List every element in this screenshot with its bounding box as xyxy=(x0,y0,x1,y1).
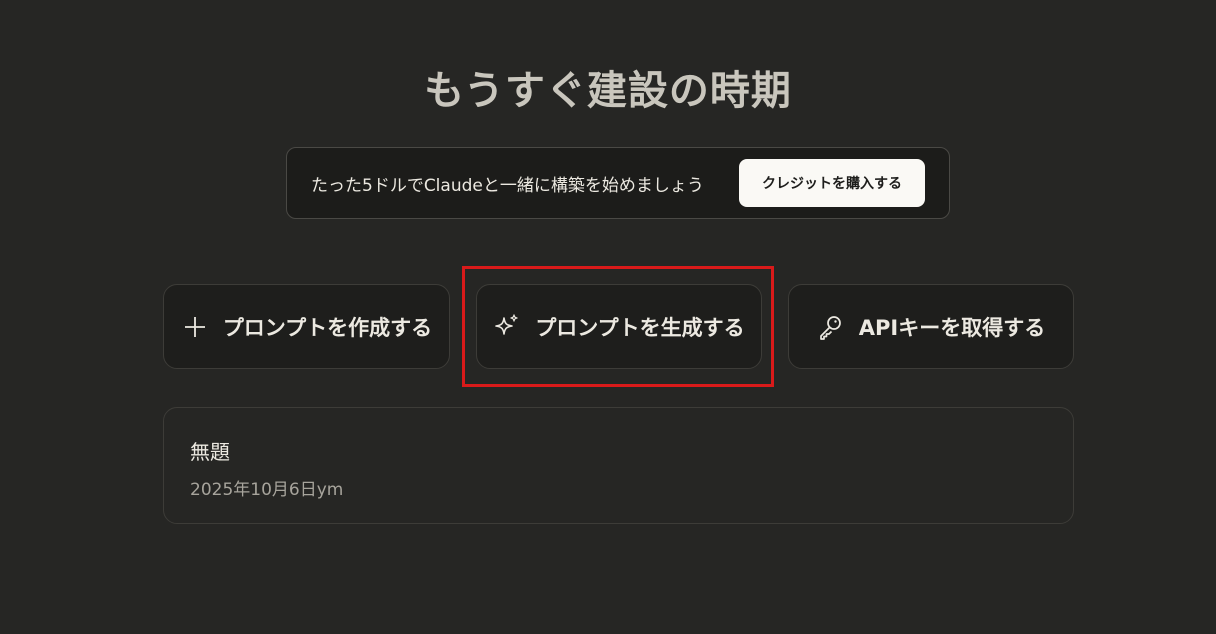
create-prompt-button[interactable]: プロンプトを作成する xyxy=(163,284,450,369)
promo-banner: たった5ドルでClaudeと一緒に構築を始めましょう クレジットを購入する xyxy=(286,147,950,219)
key-icon xyxy=(817,313,845,341)
recent-prompt-title: 無題 xyxy=(190,440,230,464)
recent-prompt-card[interactable]: 無題 2025年10月6日ym xyxy=(163,407,1074,524)
create-prompt-label: プロンプトを作成する xyxy=(222,315,433,340)
generate-prompt-button[interactable]: プロンプトを生成する xyxy=(476,284,762,369)
get-api-key-button[interactable]: APIキーを取得する xyxy=(788,284,1074,369)
promo-text: たった5ドルでClaudeと一緒に構築を始めましょう xyxy=(311,175,704,196)
generate-prompt-label: プロンプトを生成する xyxy=(535,315,745,340)
get-api-key-label: APIキーを取得する xyxy=(858,315,1046,340)
page-title: もうすぐ建設の時期 xyxy=(424,68,792,114)
sparkle-icon xyxy=(493,313,521,341)
buy-credits-button[interactable]: クレジットを購入する xyxy=(739,159,925,207)
page: もうすぐ建設の時期 たった5ドルでClaudeと一緒に構築を始めましょう クレジ… xyxy=(0,0,1216,634)
plus-icon xyxy=(181,313,209,341)
recent-prompt-date: 2025年10月6日ym xyxy=(190,480,344,500)
